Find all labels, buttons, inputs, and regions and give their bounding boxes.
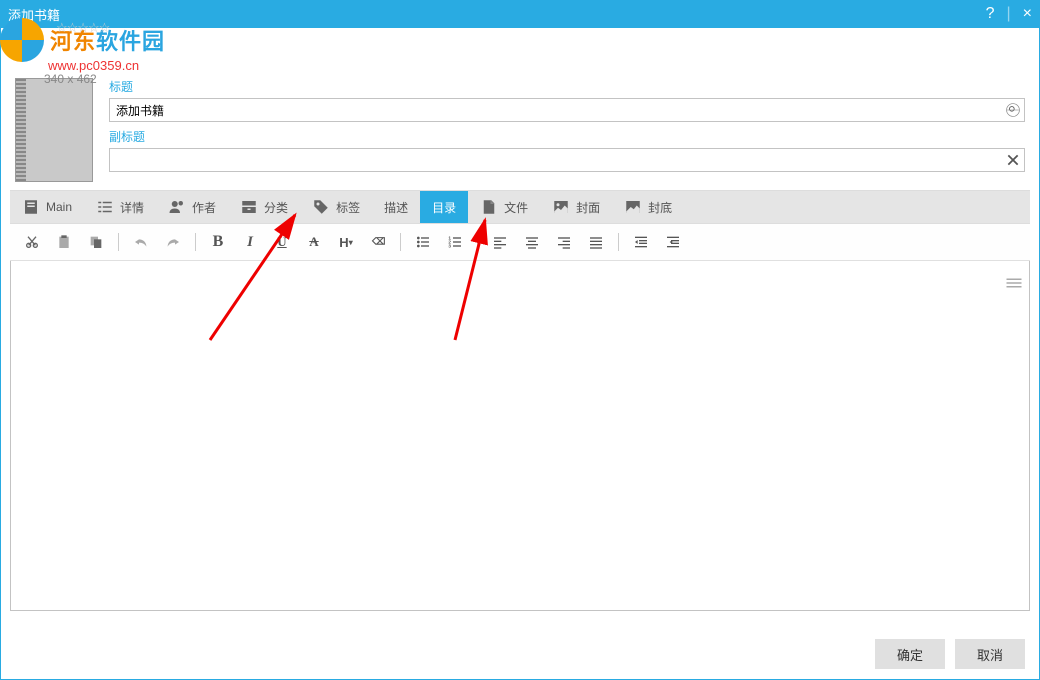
outdent-icon[interactable] <box>661 230 685 254</box>
redo-icon[interactable] <box>161 230 185 254</box>
tab-label: 作者 <box>192 199 216 216</box>
tab-label: 封底 <box>648 199 672 216</box>
underline-icon[interactable]: U <box>270 230 294 254</box>
toolbar-separator <box>118 233 119 251</box>
title-input[interactable] <box>110 103 1002 117</box>
tab-cover[interactable]: 封面 <box>540 191 612 223</box>
ordered-list-icon[interactable]: 123 <box>443 230 467 254</box>
svg-text:⌫: ⌫ <box>371 237 385 247</box>
unordered-list-icon[interactable] <box>411 230 435 254</box>
clear-format-icon[interactable]: ⌫ <box>366 230 390 254</box>
toolbar-separator <box>618 233 619 251</box>
ok-button[interactable]: 确定 <box>875 639 945 669</box>
align-left-icon[interactable] <box>488 230 512 254</box>
svg-text:3: 3 <box>448 243 451 248</box>
editor-toolbar: B I U A H▾ ⌫ 123 <box>10 224 1030 261</box>
tab-label: 目录 <box>432 199 456 216</box>
align-justify-icon[interactable] <box>584 230 608 254</box>
subtitle-clear-icon[interactable] <box>1002 149 1024 171</box>
cancel-button[interactable]: 取消 <box>955 639 1025 669</box>
cut-icon[interactable] <box>20 230 44 254</box>
title-search-icon[interactable] <box>1002 99 1024 121</box>
align-center-icon[interactable] <box>520 230 544 254</box>
undo-icon[interactable] <box>129 230 153 254</box>
subtitle-label: 副标题 <box>109 128 1025 145</box>
toolbar-separator <box>195 233 196 251</box>
title-separator: | <box>1007 5 1011 23</box>
cover-spine <box>16 79 26 181</box>
tab-label: 描述 <box>384 199 408 216</box>
tab-label: 标签 <box>336 199 360 216</box>
tab-file[interactable]: 文件 <box>468 191 540 223</box>
tab-author[interactable]: 作者 <box>156 191 228 223</box>
subtitle-input[interactable] <box>110 153 1002 167</box>
tab-label: Main <box>46 200 72 214</box>
tab-backcover[interactable]: 封底 <box>612 191 684 223</box>
tab-bar: Main 详情 作者 分类 标签 描述 目录 文件 封面 <box>10 190 1030 224</box>
tab-label: 封面 <box>576 199 600 216</box>
title-bar: 添加书籍 ? | × <box>0 0 1040 28</box>
tab-label: 详情 <box>120 199 144 216</box>
heading-icon[interactable]: H▾ <box>334 230 358 254</box>
toolbar-separator <box>400 233 401 251</box>
paste-icon[interactable] <box>52 230 76 254</box>
tab-tags[interactable]: 标签 <box>300 191 372 223</box>
toolbar-options-icon[interactable] <box>1005 276 1025 290</box>
align-right-icon[interactable] <box>552 230 576 254</box>
tab-main[interactable]: Main <box>10 191 84 223</box>
dialog-footer: 确定 取消 <box>1 629 1039 679</box>
indent-icon[interactable] <box>629 230 653 254</box>
help-icon[interactable]: ? <box>986 5 995 23</box>
bold-icon[interactable]: B <box>206 230 230 254</box>
tab-category[interactable]: 分类 <box>228 191 300 223</box>
tab-detail[interactable]: 详情 <box>84 191 156 223</box>
book-cover-thumbnail[interactable] <box>15 78 93 182</box>
tab-label: 文件 <box>504 199 528 216</box>
close-icon[interactable]: × <box>1023 5 1032 23</box>
tab-description[interactable]: 描述 <box>372 191 420 223</box>
italic-icon[interactable]: I <box>238 230 262 254</box>
tab-toc[interactable]: 目录 <box>420 191 468 223</box>
window-title: 添加书籍 <box>8 5 60 24</box>
tab-label: 分类 <box>264 199 288 216</box>
rich-text-editor[interactable] <box>10 261 1030 611</box>
title-label: 标题 <box>109 78 1025 95</box>
strikethrough-icon[interactable]: A <box>302 230 326 254</box>
toolbar-separator <box>477 233 478 251</box>
copy-icon[interactable] <box>84 230 108 254</box>
